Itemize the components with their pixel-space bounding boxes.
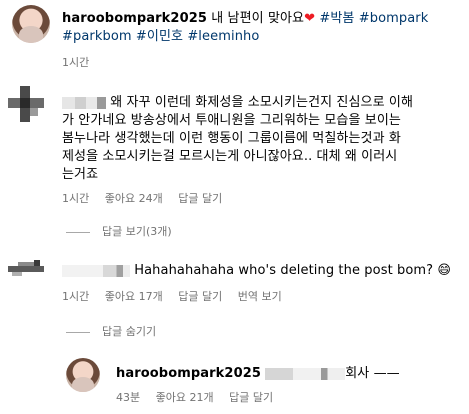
reply-likes[interactable]: 좋아요 21개 bbox=[156, 391, 214, 404]
hide-replies-label: 답글 숨기기 bbox=[102, 325, 157, 338]
reply-username[interactable]: haroobompark2025 bbox=[116, 366, 261, 381]
comment-1-time: 1시간 bbox=[62, 192, 90, 205]
hashtag-parkbom[interactable]: #parkbom bbox=[62, 29, 132, 44]
translate-button[interactable]: 번역 보기 bbox=[238, 290, 282, 303]
grinning-emoji-icon: 😄 bbox=[437, 263, 452, 278]
divider-line bbox=[66, 331, 90, 333]
post-caption: haroobompark2025 내 남편이 맞아요❤ #박봄 #bompark… bbox=[62, 10, 462, 46]
post-username[interactable]: haroobompark2025 bbox=[62, 11, 207, 26]
comment-1-line-2: 가 안가네요 방송상에서 투애니원을 그리워하는 모습을 보이는 bbox=[62, 113, 401, 128]
post-time: 1시간 bbox=[62, 56, 90, 69]
reply-time: 43분 bbox=[116, 391, 141, 404]
comment-2-time: 1시간 bbox=[62, 290, 90, 303]
reply-author-avatar[interactable] bbox=[66, 358, 100, 392]
view-replies-label: 답글 보기(3개) bbox=[102, 225, 172, 238]
hashtag-parkbom-kr[interactable]: #박봄 bbox=[319, 11, 354, 26]
reply-meta: 43분 좋아요 21개 답글 달기 bbox=[116, 391, 285, 405]
comment-1-avatar[interactable] bbox=[8, 86, 44, 122]
hide-replies-button[interactable]: 답글 숨기기 bbox=[66, 325, 168, 339]
blurred-username[interactable] bbox=[62, 264, 130, 277]
comment-2-likes[interactable]: 좋아요 17개 bbox=[105, 290, 163, 303]
comment-2-text: Hahahahahaha who's deleting the post bom… bbox=[134, 263, 434, 278]
comment-1-reply-button[interactable]: 답글 달기 bbox=[178, 192, 222, 205]
comment-1-line-1: 왜 자꾸 이런데 화제성을 소모시키는건지 진심으로 이해 bbox=[110, 95, 414, 110]
hashtag-leeminho-kr[interactable]: #이민호 bbox=[136, 29, 183, 44]
reply-text: 회사 —— bbox=[345, 366, 400, 381]
comment-2-meta: 1시간 좋아요 17개 답글 달기 번역 보기 bbox=[62, 290, 294, 304]
divider-line bbox=[66, 231, 90, 233]
comment-2-reply-button[interactable]: 답글 달기 bbox=[178, 290, 222, 303]
blurred-username[interactable] bbox=[62, 96, 106, 109]
post-caption-text: 내 남편이 맞아요 bbox=[211, 11, 305, 26]
comment-1-line-5: 는거죠 bbox=[62, 167, 99, 182]
comment-1-line-4: 제성을 소모시키는걸 모르시는게 아니잖아요.. 대체 왜 이러시 bbox=[62, 149, 398, 164]
comment-1-body: 왜 자꾸 이런데 화제성을 소모시키는건지 진심으로 이해 가 안가네요 방송상… bbox=[62, 94, 462, 184]
comment-2-avatar[interactable] bbox=[8, 258, 44, 278]
reply-body: haroobompark2025 회사 —— bbox=[116, 365, 461, 383]
comment-1-meta: 1시간 좋아요 24개 답글 달기 bbox=[62, 192, 234, 206]
hashtag-leeminho[interactable]: #leeminho bbox=[187, 29, 259, 44]
comment-1-line-3: 봄누나라 생각했는데 이런 행동이 그룹이름에 먹칠하는것과 화 bbox=[62, 131, 401, 146]
post-author-avatar[interactable] bbox=[12, 5, 50, 43]
blurred-username[interactable] bbox=[265, 367, 346, 380]
heart-emoji-icon: ❤ bbox=[304, 11, 316, 26]
view-replies-button[interactable]: 답글 보기(3개) bbox=[66, 225, 184, 239]
comment-2-body: Hahahahahaha who's deleting the post bom… bbox=[62, 262, 462, 280]
comment-1-likes[interactable]: 좋아요 24개 bbox=[105, 192, 163, 205]
hashtag-bompark[interactable]: #bompark bbox=[359, 11, 429, 26]
reply-reply-button[interactable]: 답글 달기 bbox=[229, 391, 273, 404]
